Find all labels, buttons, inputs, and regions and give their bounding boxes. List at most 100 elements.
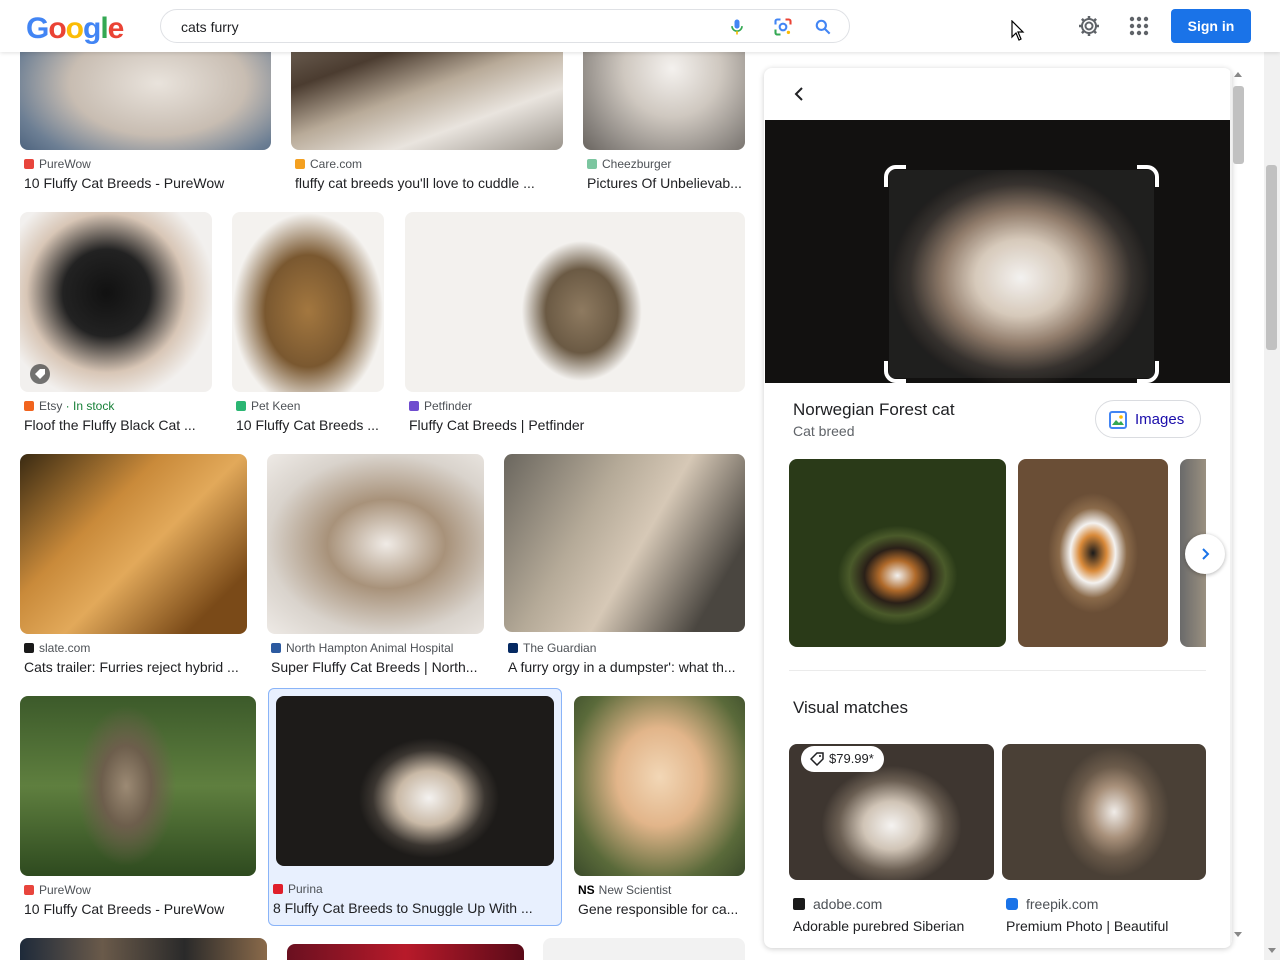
result-title[interactable]: 10 Fluffy Cat Breeds - PureWow	[24, 901, 256, 917]
images-button[interactable]: Images	[1095, 400, 1201, 438]
source-favicon-icon	[409, 401, 419, 411]
lens-camera-icon[interactable]	[773, 17, 793, 37]
page-scrollbar-thumb[interactable]	[1266, 165, 1277, 350]
result-thumbnail[interactable]	[267, 454, 484, 634]
result-source: PureWow	[39, 883, 91, 897]
google-logo[interactable]: Google	[26, 12, 125, 46]
chevron-right-icon	[1202, 548, 1210, 560]
visual-matches-heading: Visual matches	[793, 698, 908, 717]
result-thumbnail[interactable]	[574, 696, 745, 876]
search-input[interactable]	[179, 16, 703, 38]
result-title[interactable]: Floof the Fluffy Black Cat ...	[24, 417, 209, 433]
result-title[interactable]: Fluffy Cat Breeds | Petfinder	[409, 417, 744, 433]
page-scroll-down-arrow-icon[interactable]	[1268, 948, 1276, 953]
result-card[interactable]: Pet Keen 10 Fluffy Cat Breeds ...	[232, 212, 385, 442]
result-card[interactable]: Care.com fluffy cat breeds you'll love t…	[291, 52, 564, 197]
carousel-next-button[interactable]	[1185, 534, 1225, 574]
result-source: PureWow	[39, 157, 91, 171]
result-title[interactable]: Cats trailer: Furries reject hybrid ...	[24, 659, 246, 675]
result-card[interactable]: PureWow 10 Fluffy Cat Breeds - PureWow	[20, 696, 257, 926]
source-favicon-icon	[236, 401, 246, 411]
visual-match-source: freepik.com	[1026, 896, 1099, 912]
result-title[interactable]: 10 Fluffy Cat Breeds ...	[236, 417, 384, 433]
sign-in-button[interactable]: Sign in	[1171, 9, 1251, 43]
panel-scrollbar-track	[1230, 68, 1232, 948]
result-title[interactable]: 10 Fluffy Cat Breeds - PureWow	[24, 175, 269, 191]
result-title[interactable]: 8 Fluffy Cat Breeds to Snuggle Up With .…	[273, 900, 553, 916]
visual-match-title[interactable]: Premium Photo | Beautiful	[1006, 918, 1168, 934]
scroll-down-arrow-icon[interactable]	[1234, 932, 1242, 937]
logo-letter: e	[107, 12, 125, 45]
source-favicon-icon	[1006, 898, 1018, 910]
result-card[interactable]: The Guardian A furry orgy in a dumpster'…	[504, 454, 745, 684]
shopping-tag-icon	[30, 364, 50, 384]
visual-match-title[interactable]: Adorable purebred Siberian	[793, 918, 964, 934]
result-card[interactable]	[287, 944, 524, 960]
result-title[interactable]: A furry orgy in a dumpster': what th...	[508, 659, 744, 675]
result-thumbnail[interactable]	[20, 454, 247, 634]
result-card[interactable]: Petfinder Fluffy Cat Breeds | Petfinder	[405, 212, 745, 442]
source-favicon-icon	[587, 159, 597, 169]
search-icon[interactable]	[813, 17, 833, 37]
result-source: Pet Keen	[251, 399, 301, 413]
result-thumbnail[interactable]	[504, 454, 745, 632]
price-tag-icon	[810, 752, 824, 766]
source-favicon-icon	[24, 159, 34, 169]
logo-letter: o	[65, 12, 84, 45]
result-title[interactable]: Pictures Of Unbelievab...	[587, 175, 745, 191]
source-favicon-icon: NS	[578, 883, 595, 897]
visual-match-card[interactable]: freepik.com Premium Photo | Beautiful	[1002, 736, 1206, 948]
result-thumbnail[interactable]	[405, 212, 745, 392]
hero-image[interactable]	[765, 120, 1230, 383]
result-thumbnail[interactable]	[291, 52, 563, 150]
image-results-grid: PureWow 10 Fluffy Cat Breeds - PureWow C…	[0, 52, 760, 960]
lens-crop-frame-icon[interactable]	[883, 164, 1160, 383]
scroll-up-arrow-icon[interactable]	[1234, 72, 1242, 77]
top-bar: Google Sign in	[0, 0, 1280, 52]
result-card[interactable]	[20, 938, 267, 960]
logo-letter: G	[26, 12, 49, 45]
result-thumbnail[interactable]	[276, 696, 554, 866]
result-title[interactable]: Super Fluffy Cat Breeds | North...	[271, 659, 483, 675]
result-thumbnail[interactable]	[543, 938, 745, 960]
entity-title[interactable]: Norwegian Forest cat	[793, 400, 955, 420]
panel-scrollbar-thumb[interactable]	[1233, 86, 1244, 164]
result-card-selected[interactable]: Purina 8 Fluffy Cat Breeds to Snuggle Up…	[268, 688, 562, 926]
search-box	[160, 9, 850, 43]
image-detail-panel: Norwegian Forest cat Cat breed Images Vi…	[764, 68, 1232, 948]
result-source: The Guardian	[523, 641, 597, 655]
source-favicon-icon	[24, 401, 34, 411]
result-card[interactable]: PureWow 10 Fluffy Cat Breeds - PureWow	[20, 52, 272, 197]
price-badge: $79.99*	[801, 746, 884, 772]
settings-gear-icon[interactable]	[1077, 14, 1101, 38]
visual-match-image[interactable]	[1002, 744, 1206, 880]
result-source: Cheezburger	[602, 157, 672, 171]
result-title[interactable]: Gene responsible for ca...	[578, 901, 744, 917]
result-thumbnail[interactable]	[20, 696, 256, 876]
result-thumbnail[interactable]	[20, 52, 271, 150]
visual-match-source: adobe.com	[813, 896, 883, 912]
result-card[interactable]: Cheezburger Pictures Of Unbelievab...	[583, 52, 745, 197]
result-card[interactable]	[543, 938, 745, 960]
back-arrow-icon[interactable]	[790, 84, 810, 104]
divider	[789, 670, 1206, 671]
result-source: New Scientist	[598, 883, 672, 897]
visual-match-card[interactable]: $79.99* adobe.com Adorable purebred Sibe…	[789, 736, 994, 948]
entity-image[interactable]	[789, 459, 1006, 647]
result-thumbnail[interactable]	[583, 52, 745, 150]
result-card[interactable]: Etsy · In stock Floof the Fluffy Black C…	[20, 212, 213, 442]
result-source: Care.com	[310, 157, 363, 171]
microphone-icon[interactable]	[727, 17, 747, 37]
result-title[interactable]: fluffy cat breeds you'll love to cuddle …	[295, 175, 560, 191]
source-favicon-icon	[508, 643, 518, 653]
source-favicon-icon	[271, 643, 281, 653]
result-card[interactable]: NS New Scientist Gene responsible for ca.…	[574, 696, 745, 926]
result-thumbnail[interactable]	[20, 938, 267, 960]
result-card[interactable]: North Hampton Animal Hospital Super Fluf…	[267, 454, 485, 684]
result-thumbnail[interactable]	[287, 944, 524, 960]
apps-grid-icon[interactable]	[1127, 14, 1151, 38]
entity-image[interactable]	[1018, 459, 1168, 647]
result-source: Purina	[288, 882, 323, 896]
result-thumbnail[interactable]	[232, 212, 384, 392]
result-card[interactable]: slate.com Cats trailer: Furries reject h…	[20, 454, 248, 684]
